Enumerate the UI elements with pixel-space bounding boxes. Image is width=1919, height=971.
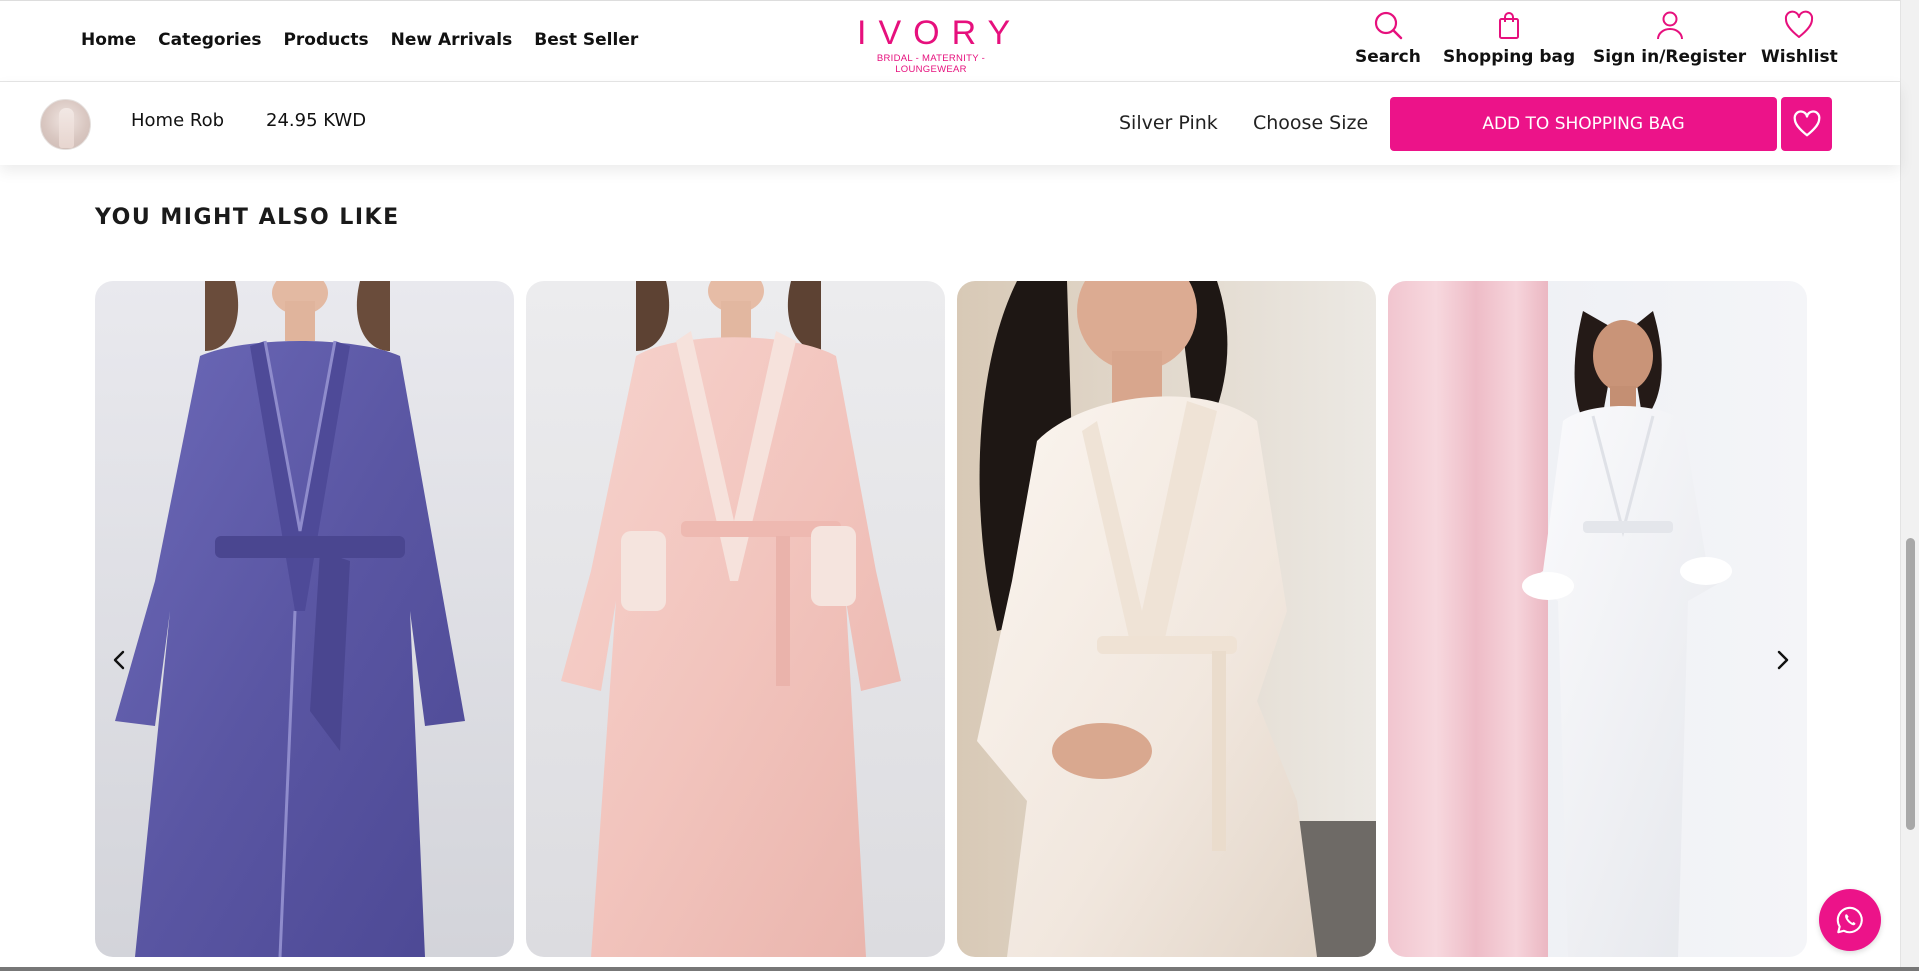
shopping-bag-icon xyxy=(1499,12,1520,39)
shopping-bag-label: Shopping bag xyxy=(1443,47,1576,67)
page-scrollbar[interactable] xyxy=(1900,0,1919,971)
sticky-product-bar: Home Rob 24.95 KWD Silver Pink Choose Si… xyxy=(0,82,1900,165)
brand-logo[interactable]: IVORY BRIDAL - MATERNITY - LOUNGEWEAR xyxy=(845,15,1017,75)
product-color[interactable]: Silver Pink xyxy=(1119,112,1218,134)
carousel-prev-button[interactable] xyxy=(105,645,135,675)
search-button[interactable]: Search xyxy=(1355,9,1421,67)
size-selector[interactable]: Choose Size xyxy=(1253,112,1368,134)
product-price: 24.95 KWD xyxy=(266,110,367,131)
chevron-left-icon xyxy=(113,650,125,670)
main-nav: Home Categories Products New Arrivals Be… xyxy=(81,30,638,50)
product-card[interactable] xyxy=(526,281,945,957)
sign-in-label: Sign in/Register xyxy=(1593,47,1747,67)
shopping-bag-button[interactable]: Shopping bag xyxy=(1443,9,1575,67)
wishlist-label: Wishlist xyxy=(1761,47,1838,67)
product-image xyxy=(95,281,514,957)
nav-new-arrivals[interactable]: New Arrivals xyxy=(391,30,513,50)
search-label: Search xyxy=(1355,47,1421,67)
heart-icon xyxy=(1785,10,1814,38)
logo-tagline: BRIDAL - MATERNITY - LOUNGEWEAR xyxy=(876,53,986,75)
add-to-wishlist-button[interactable] xyxy=(1781,97,1832,151)
whatsapp-icon xyxy=(1836,906,1863,934)
product-thumbnail xyxy=(40,99,91,150)
product-image xyxy=(526,281,945,957)
nav-categories[interactable]: Categories xyxy=(158,30,261,50)
search-icon xyxy=(1374,11,1403,40)
scrollbar-thumb[interactable] xyxy=(1906,538,1915,830)
product-image xyxy=(1388,281,1807,957)
nav-best-seller[interactable]: Best Seller xyxy=(534,30,638,50)
site-header: Home Categories Products New Arrivals Be… xyxy=(0,0,1900,82)
wishlist-button[interactable]: Wishlist xyxy=(1761,9,1838,67)
product-card[interactable] xyxy=(95,281,514,957)
sign-in-button[interactable]: Sign in/Register xyxy=(1593,9,1746,67)
product-image xyxy=(957,281,1376,957)
product-card[interactable] xyxy=(1388,281,1807,957)
window-bottom-border xyxy=(0,967,1919,971)
section-title: YOU MIGHT ALSO LIKE xyxy=(95,205,400,230)
logo-wordmark: IVORY xyxy=(857,14,1023,52)
nav-home[interactable]: Home xyxy=(81,30,136,50)
chevron-right-icon xyxy=(1777,650,1789,670)
nav-products[interactable]: Products xyxy=(283,30,368,50)
heart-icon xyxy=(1793,110,1820,137)
product-card[interactable] xyxy=(957,281,1376,957)
product-name: Home Rob xyxy=(131,110,225,131)
user-icon xyxy=(1656,11,1683,40)
whatsapp-chat-button[interactable] xyxy=(1819,889,1881,951)
carousel-next-button[interactable] xyxy=(1767,645,1797,675)
add-to-bag-button[interactable]: ADD TO SHOPPING BAG xyxy=(1390,97,1777,151)
